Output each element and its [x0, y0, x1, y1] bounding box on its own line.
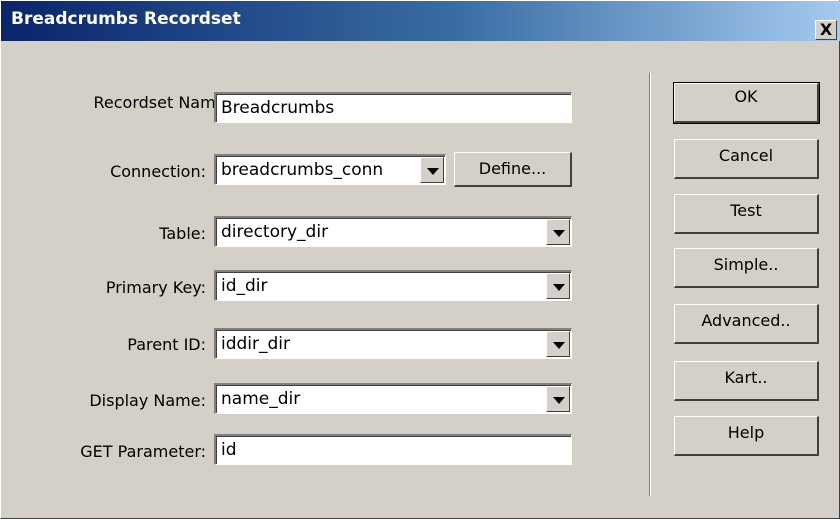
- display-name-select[interactable]: name_dir: [214, 383, 572, 414]
- primary-key-select[interactable]: id_dir: [214, 270, 572, 301]
- get-parameter-value: id: [221, 440, 237, 460]
- get-parameter-input[interactable]: id: [214, 434, 572, 465]
- kart-button-label: Kart..: [724, 368, 768, 387]
- recordset-name-value: Breadcrumbs: [221, 98, 335, 118]
- parent-id-label: Parent ID:: [127, 335, 206, 354]
- display-name-dropdown-arrow-icon[interactable]: [546, 386, 570, 412]
- recordset-name-input[interactable]: Breadcrumbs: [214, 92, 572, 123]
- ok-button-label: OK: [734, 87, 758, 106]
- title-bar[interactable]: Breadcrumbs Recordset: [1, 1, 840, 41]
- get-parameter-label: GET Parameter:: [80, 442, 206, 461]
- cancel-button[interactable]: Cancel: [674, 139, 819, 179]
- help-button[interactable]: Help: [674, 416, 819, 456]
- advanced-button[interactable]: Advanced..: [674, 304, 819, 344]
- primary-key-label: Primary Key:: [105, 278, 206, 297]
- connection-select[interactable]: breadcrumbs_conn: [214, 154, 446, 185]
- help-button-label: Help: [727, 423, 765, 442]
- simple-button[interactable]: Simple..: [674, 248, 819, 288]
- display-name-value: name_dir: [221, 389, 301, 409]
- close-button[interactable]: X: [815, 20, 837, 40]
- test-button-label: Test: [730, 201, 762, 220]
- table-label: Table:: [159, 224, 206, 243]
- primary-key-dropdown-arrow-icon[interactable]: [546, 273, 570, 299]
- connection-dropdown-arrow-icon[interactable]: [420, 157, 444, 183]
- recordset-name-label-text: Recordset Name:: [93, 93, 231, 112]
- ok-button[interactable]: OK: [673, 82, 820, 124]
- connection-label: Connection:: [110, 162, 206, 181]
- vertical-separator: [649, 73, 651, 496]
- parent-id-select[interactable]: iddir_dir: [214, 328, 572, 359]
- kart-button[interactable]: Kart..: [674, 361, 819, 401]
- test-button[interactable]: Test: [674, 194, 819, 234]
- table-value: directory_dir: [221, 222, 329, 242]
- parent-id-dropdown-arrow-icon[interactable]: [546, 331, 570, 357]
- define-button[interactable]: Define...: [454, 152, 572, 187]
- parent-id-value: iddir_dir: [221, 334, 291, 354]
- dialog-window: Breadcrumbs Recordset X Recordset Name: …: [0, 0, 840, 519]
- recordset-name-label: Recordset Name:: [81, 92, 231, 114]
- connection-value: breadcrumbs_conn: [221, 160, 384, 180]
- display-name-label: Display Name:: [89, 391, 206, 410]
- advanced-button-label: Advanced..: [701, 311, 791, 330]
- table-select[interactable]: directory_dir: [214, 216, 572, 247]
- simple-button-label: Simple..: [713, 255, 779, 274]
- table-dropdown-arrow-icon[interactable]: [546, 219, 570, 245]
- close-icon: X: [819, 20, 833, 39]
- primary-key-value: id_dir: [221, 276, 268, 296]
- define-button-label: Define...: [478, 159, 547, 178]
- cancel-button-label: Cancel: [718, 146, 774, 165]
- window-title: Breadcrumbs Recordset: [11, 9, 241, 29]
